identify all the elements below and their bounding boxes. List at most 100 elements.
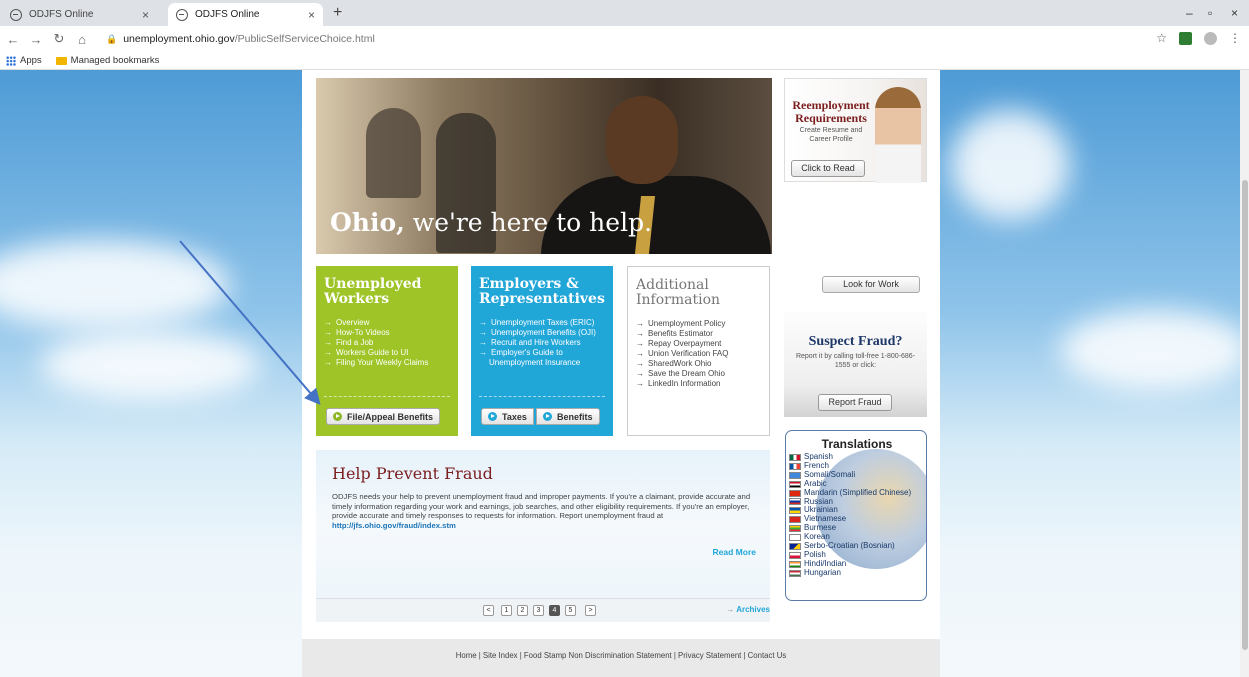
flag-icon [789, 525, 801, 533]
extension-icon[interactable] [1179, 31, 1192, 45]
report-fraud-button[interactable]: Report Fraud [818, 394, 892, 411]
link-unemployment-taxes[interactable]: Unemployment Taxes (ERIC) [479, 318, 596, 328]
reemployment-title: Reemployment Requirements [792, 98, 870, 125]
folder-icon [55, 56, 67, 65]
home-icon[interactable]: ⌂ [72, 32, 92, 47]
hero-background-person [366, 108, 421, 198]
link-recruit-hire[interactable]: Recruit and Hire Workers [479, 338, 596, 348]
page-viewport: Ohio, we're here to help. Reemployment R… [0, 70, 1240, 677]
scrollbar-thumb[interactable] [1242, 180, 1248, 650]
browser-tab[interactable]: ODJFS Online × [2, 3, 157, 26]
menu-dots-icon[interactable]: ⋮ [1229, 31, 1241, 45]
help-fraud-text: ODJFS needs your help to prevent unemplo… [332, 492, 751, 521]
woman-photo [875, 87, 921, 183]
button-label: File/Appeal Benefits [347, 411, 434, 422]
click-to-read-button[interactable]: Click to Read [791, 160, 865, 177]
pager-prev-button[interactable]: < [483, 605, 494, 616]
pager-page-5[interactable]: 5 [565, 605, 576, 616]
file-appeal-benefits-button[interactable]: File/Appeal Benefits [326, 408, 441, 425]
bookmark-label: Managed bookmarks [70, 55, 160, 66]
lock-icon[interactable]: 🔒 [106, 34, 117, 45]
reemployment-subtitle: Create Resume and Career Profile [799, 127, 863, 143]
globe-icon [176, 8, 188, 21]
new-tab-button[interactable]: + [333, 5, 342, 21]
pager-page-1[interactable]: 1 [501, 605, 512, 616]
link-save-the-dream[interactable]: Save the Dream Ohio [636, 369, 728, 379]
flag-icon [789, 543, 801, 551]
close-tab-icon[interactable]: × [308, 8, 315, 22]
flag-icon [789, 489, 801, 497]
help-fraud-title: Help Prevent Fraud [332, 464, 493, 483]
read-more-link[interactable]: Read More [713, 547, 756, 557]
link-filing-weekly-claims[interactable]: Filing Your Weekly Claims [324, 358, 428, 368]
url-domain: unemployment.ohio.gov [123, 33, 235, 45]
benefits-button[interactable]: Benefits [536, 408, 600, 425]
cloud-graphic [0, 240, 230, 330]
flag-icon [789, 462, 801, 470]
panel-title: Employers & Representatives [479, 276, 605, 307]
employers-panel: Employers & Representatives Unemployment… [471, 266, 613, 436]
link-overview[interactable]: Overview [324, 318, 428, 328]
taxes-button[interactable]: Taxes [481, 408, 534, 425]
play-icon [543, 412, 552, 421]
suspect-fraud-title: Suspect Fraud? [808, 334, 903, 349]
link-unemployment-policy[interactable]: Unemployment Policy [636, 319, 728, 329]
bookmark-star-icon[interactable]: ☆ [1156, 31, 1167, 45]
back-icon[interactable]: ← [3, 32, 23, 47]
flag-icon [789, 569, 801, 577]
unemployed-workers-panel: Unemployed Workers Overview How-To Video… [316, 266, 458, 436]
translations-title: Translations [821, 437, 893, 451]
link-employers-guide-cont[interactable]: Unemployment Insurance [479, 358, 596, 368]
hero-tagline-bold: Ohio, [330, 208, 405, 237]
language-link[interactable]: Hungarian [789, 568, 911, 578]
link-benefits-estimator[interactable]: Benefits Estimator [636, 329, 728, 339]
browser-toolbar: ← → ↻ ⌂ 🔒 unemployment.ohio.gov/PublicSe… [0, 26, 1249, 52]
link-union-verification[interactable]: Union Verification FAQ [636, 349, 728, 359]
profile-avatar-icon[interactable] [1204, 31, 1217, 45]
fraud-url-link[interactable]: http://jfs.ohio.gov/fraud/index.stm [332, 521, 456, 530]
additional-information-panel: Additional Information Unemployment Poli… [627, 266, 770, 436]
restore-button[interactable]: ▫ [1208, 6, 1212, 20]
bookmark-apps[interactable]: Apps [6, 55, 42, 66]
link-employers-guide[interactable]: Employer's Guide to [479, 348, 596, 358]
reemployment-promo[interactable]: Reemployment Requirements Create Resume … [784, 78, 927, 183]
link-how-to-videos[interactable]: How-To Videos [324, 328, 428, 338]
pager-next-button[interactable]: > [585, 605, 596, 616]
forward-icon[interactable]: → [26, 32, 46, 47]
play-icon [333, 412, 342, 421]
flag-icon [789, 498, 801, 506]
pager-page-2[interactable]: 2 [517, 605, 528, 616]
employers-links: Unemployment Taxes (ERIC) Unemployment B… [479, 318, 596, 368]
minimize-button[interactable]: – [1186, 6, 1193, 20]
archives-link[interactable]: Archives [726, 605, 770, 614]
tab-title: ODJFS Online [195, 9, 260, 20]
browser-tab-active[interactable]: ODJFS Online × [168, 3, 323, 26]
close-window-button[interactable]: × [1231, 6, 1238, 20]
globe-icon [10, 8, 22, 21]
look-for-work-button[interactable]: Look for Work [822, 276, 920, 293]
additional-links: Unemployment Policy Benefits Estimator R… [636, 319, 728, 389]
footer-links[interactable]: Home | Site Index | Food Stamp Non Discr… [302, 639, 940, 677]
link-sharedwork-ohio[interactable]: SharedWork Ohio [636, 359, 728, 369]
cloud-graphic [1060, 310, 1240, 390]
pager-page-3[interactable]: 3 [533, 605, 544, 616]
flag-icon [789, 551, 801, 559]
link-unemployment-benefits-oji[interactable]: Unemployment Benefits (OJI) [479, 328, 596, 338]
link-find-a-job[interactable]: Find a Job [324, 338, 428, 348]
link-workers-guide[interactable]: Workers Guide to UI [324, 348, 428, 358]
address-bar[interactable]: unemployment.ohio.gov/PublicSelfServiceC… [123, 33, 375, 45]
flag-icon [789, 453, 801, 461]
unemployed-links: Overview How-To Videos Find a Job Worker… [324, 318, 428, 368]
reload-icon[interactable]: ↻ [49, 31, 69, 47]
play-icon [488, 412, 497, 421]
pager-page-4-current[interactable]: 4 [549, 605, 560, 616]
hero-tagline: Ohio, we're here to help. [330, 208, 652, 237]
bookmark-managed[interactable]: Managed bookmarks [55, 55, 160, 66]
close-tab-icon[interactable]: × [142, 8, 149, 22]
button-label: Taxes [502, 411, 527, 422]
link-linkedin-information[interactable]: LinkedIn Information [636, 379, 728, 389]
cloud-graphic [950, 110, 1070, 220]
flag-icon [789, 560, 801, 568]
link-repay-overpayment[interactable]: Repay Overpayment [636, 339, 728, 349]
panel-title: Additional Information [636, 277, 721, 308]
